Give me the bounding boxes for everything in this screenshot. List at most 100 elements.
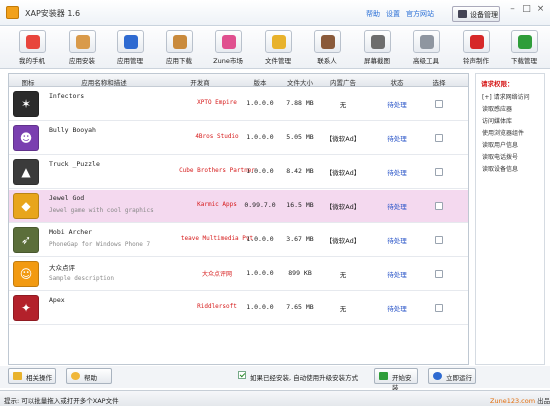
toolbar-icon-frame	[313, 30, 341, 53]
app-status[interactable]: 待处理	[377, 99, 417, 109]
permission-item: 读取电话拨号	[482, 154, 519, 161]
table-row[interactable]: ✶ Infectors XPTO Empire 1.0.0.0 7.88 MB 无待处理	[9, 88, 468, 121]
title-links: 帮助 设置 官方网站	[366, 9, 440, 19]
toolbar-label: 联系人	[317, 57, 337, 65]
app-description: Jewel game with cool graphics	[49, 207, 154, 214]
col-ads: 内置广告	[330, 79, 356, 87]
toolbar-item[interactable]: 应用下载	[157, 30, 201, 68]
table-row[interactable]: ➶ Mobi Archer PhoneGap for Windows Phone 7…	[9, 224, 468, 257]
zune-icon	[221, 35, 236, 49]
app-ads: 无	[339, 305, 347, 313]
app-status[interactable]: 待处理	[377, 201, 417, 211]
wrench-icon	[419, 35, 434, 49]
app-size: 8.42 MB	[286, 167, 314, 175]
help-link[interactable]: 帮助	[366, 10, 380, 18]
up-arrow-circle-icon	[123, 35, 138, 49]
start-install-button[interactable]: 开始安装	[374, 368, 418, 392]
select-checkbox[interactable]	[435, 168, 443, 176]
app-size: 899 KB	[288, 269, 312, 277]
camera-icon	[370, 35, 385, 49]
app-size: 16.5 MB	[286, 201, 314, 209]
app-icon: ✦	[13, 295, 39, 321]
table-row[interactable]: ✦ Apex Riddlersoft 1.0.0.0 7.65 MB 无待处理	[9, 292, 468, 325]
app-version: 1.0.0.0	[246, 99, 274, 107]
upgrade-label: 如果已经安装, 自动使用升级安装方式	[250, 374, 359, 382]
status-bar: 提示: 可以批量拖入或打开多个XAP文件 Zune123.com 出品	[0, 390, 550, 406]
upgrade-checkbox[interactable]	[238, 371, 246, 379]
app-size: 3.67 MB	[286, 235, 314, 243]
related-actions-button[interactable]: 相关操作	[8, 368, 56, 384]
run-now-label: 立即运行	[446, 374, 472, 382]
device-manager-button[interactable]: 设备管理	[452, 6, 500, 22]
toolbar-icon-frame	[462, 30, 490, 53]
app-size: 7.88 MB	[286, 99, 314, 107]
app-size: 7.65 MB	[286, 303, 314, 311]
select-checkbox[interactable]	[435, 236, 443, 244]
official-site-link[interactable]: 官方网站	[406, 10, 434, 18]
app-status[interactable]: 待处理	[377, 303, 417, 313]
select-checkbox[interactable]	[435, 304, 443, 312]
toolbar-label: 下载管理	[511, 57, 537, 65]
app-name: Infectors	[49, 92, 85, 100]
toolbar-item[interactable]: 高级工具	[404, 30, 448, 68]
app-ads: 无	[339, 101, 347, 109]
package-download-icon	[172, 35, 187, 49]
toolbar-item[interactable]: 应用管理	[108, 30, 152, 68]
select-checkbox[interactable]	[435, 270, 443, 278]
toolbar-icon-frame	[214, 30, 242, 53]
toolbar-label: 文件管理	[265, 57, 291, 65]
brand-name[interactable]: Zune123.com	[490, 397, 535, 405]
app-status[interactable]: 待处理	[377, 167, 417, 177]
app-name: Mobi Archer	[49, 228, 93, 236]
table-row[interactable]: ☺ 大众点评 Sample description 大众点评网 1.0.0.0 899 K…	[9, 258, 468, 291]
app-description: Sample description	[49, 275, 115, 282]
table-row[interactable]: ◆ Jewel God Jewel game with cool graphics K…	[9, 190, 468, 223]
toolbar-icon-frame	[510, 30, 538, 53]
related-actions-label: 相关操作	[26, 374, 52, 382]
table-row[interactable]: ▲ Truck _Puzzle Cube Brothers Partner 1.0.0…	[9, 156, 468, 189]
toolbar-item[interactable]: 联系人	[305, 30, 349, 68]
permission-item: 读取用户信息	[482, 142, 519, 149]
help-label: 帮助	[84, 374, 97, 382]
app-status[interactable]: 待处理	[377, 269, 417, 279]
toolbar-item[interactable]: 我的手机	[10, 30, 54, 68]
col-select: 选择	[432, 79, 446, 87]
app-version: 1.0.0.0	[246, 269, 274, 277]
app-description: PhoneGap for Windows Phone 7	[49, 241, 151, 248]
permission-item: 使用浏览器组件	[482, 130, 525, 137]
help-button[interactable]: 帮助	[66, 368, 112, 384]
toolbar-item[interactable]: 下载管理	[502, 30, 546, 68]
toolbar-icon-frame	[18, 30, 46, 53]
toolbar-item[interactable]: 铃声制作	[454, 30, 498, 68]
main-toolbar: 我的手机 应用安装 应用管理 应用下载 Zune市场 文件管理 联系人 屏幕截图 高级工具 铃声制…	[0, 27, 550, 69]
folder-icon	[13, 372, 22, 380]
toolbar-item[interactable]: 应用安装	[60, 30, 104, 68]
col-status: 状态	[390, 79, 404, 87]
app-name: Jewel God	[49, 194, 85, 202]
run-now-button[interactable]: 立即运行	[428, 368, 476, 384]
window-controls: – □ ×	[506, 3, 547, 17]
close-button[interactable]: ×	[534, 3, 547, 16]
settings-link[interactable]: 设置	[386, 10, 400, 18]
app-version: 1.0.0.0	[246, 303, 274, 311]
col-developer: 开发商	[190, 79, 210, 87]
select-checkbox[interactable]	[435, 202, 443, 210]
permission-item[interactable]: [+] 请求网络访问	[482, 92, 530, 101]
app-ads: 【微软Ad】	[325, 203, 361, 211]
table-row[interactable]: ☻ Bully Booyah 4Bros Studio 1.0.0.0 5.05 MB 【…	[9, 122, 468, 155]
app-name: Apex	[49, 296, 65, 304]
col-icon: 图标	[21, 79, 35, 87]
app-status[interactable]: 待处理	[377, 133, 417, 143]
select-checkbox[interactable]	[435, 100, 443, 108]
toolbar-item[interactable]: 屏幕截图	[355, 30, 399, 68]
minimize-button[interactable]: –	[506, 3, 519, 16]
folder-icon	[271, 35, 286, 49]
device-manager-label: 设备管理	[470, 11, 498, 19]
maximize-button[interactable]: □	[520, 3, 533, 16]
toolbar-item[interactable]: 文件管理	[256, 30, 300, 68]
app-ads: 【微软Ad】	[325, 237, 361, 245]
app-status[interactable]: 待处理	[377, 235, 417, 245]
toolbar-item[interactable]: Zune市场	[206, 30, 250, 68]
upgrade-option[interactable]: 如果已经安装, 自动使用升级安装方式	[238, 371, 359, 382]
select-checkbox[interactable]	[435, 134, 443, 142]
